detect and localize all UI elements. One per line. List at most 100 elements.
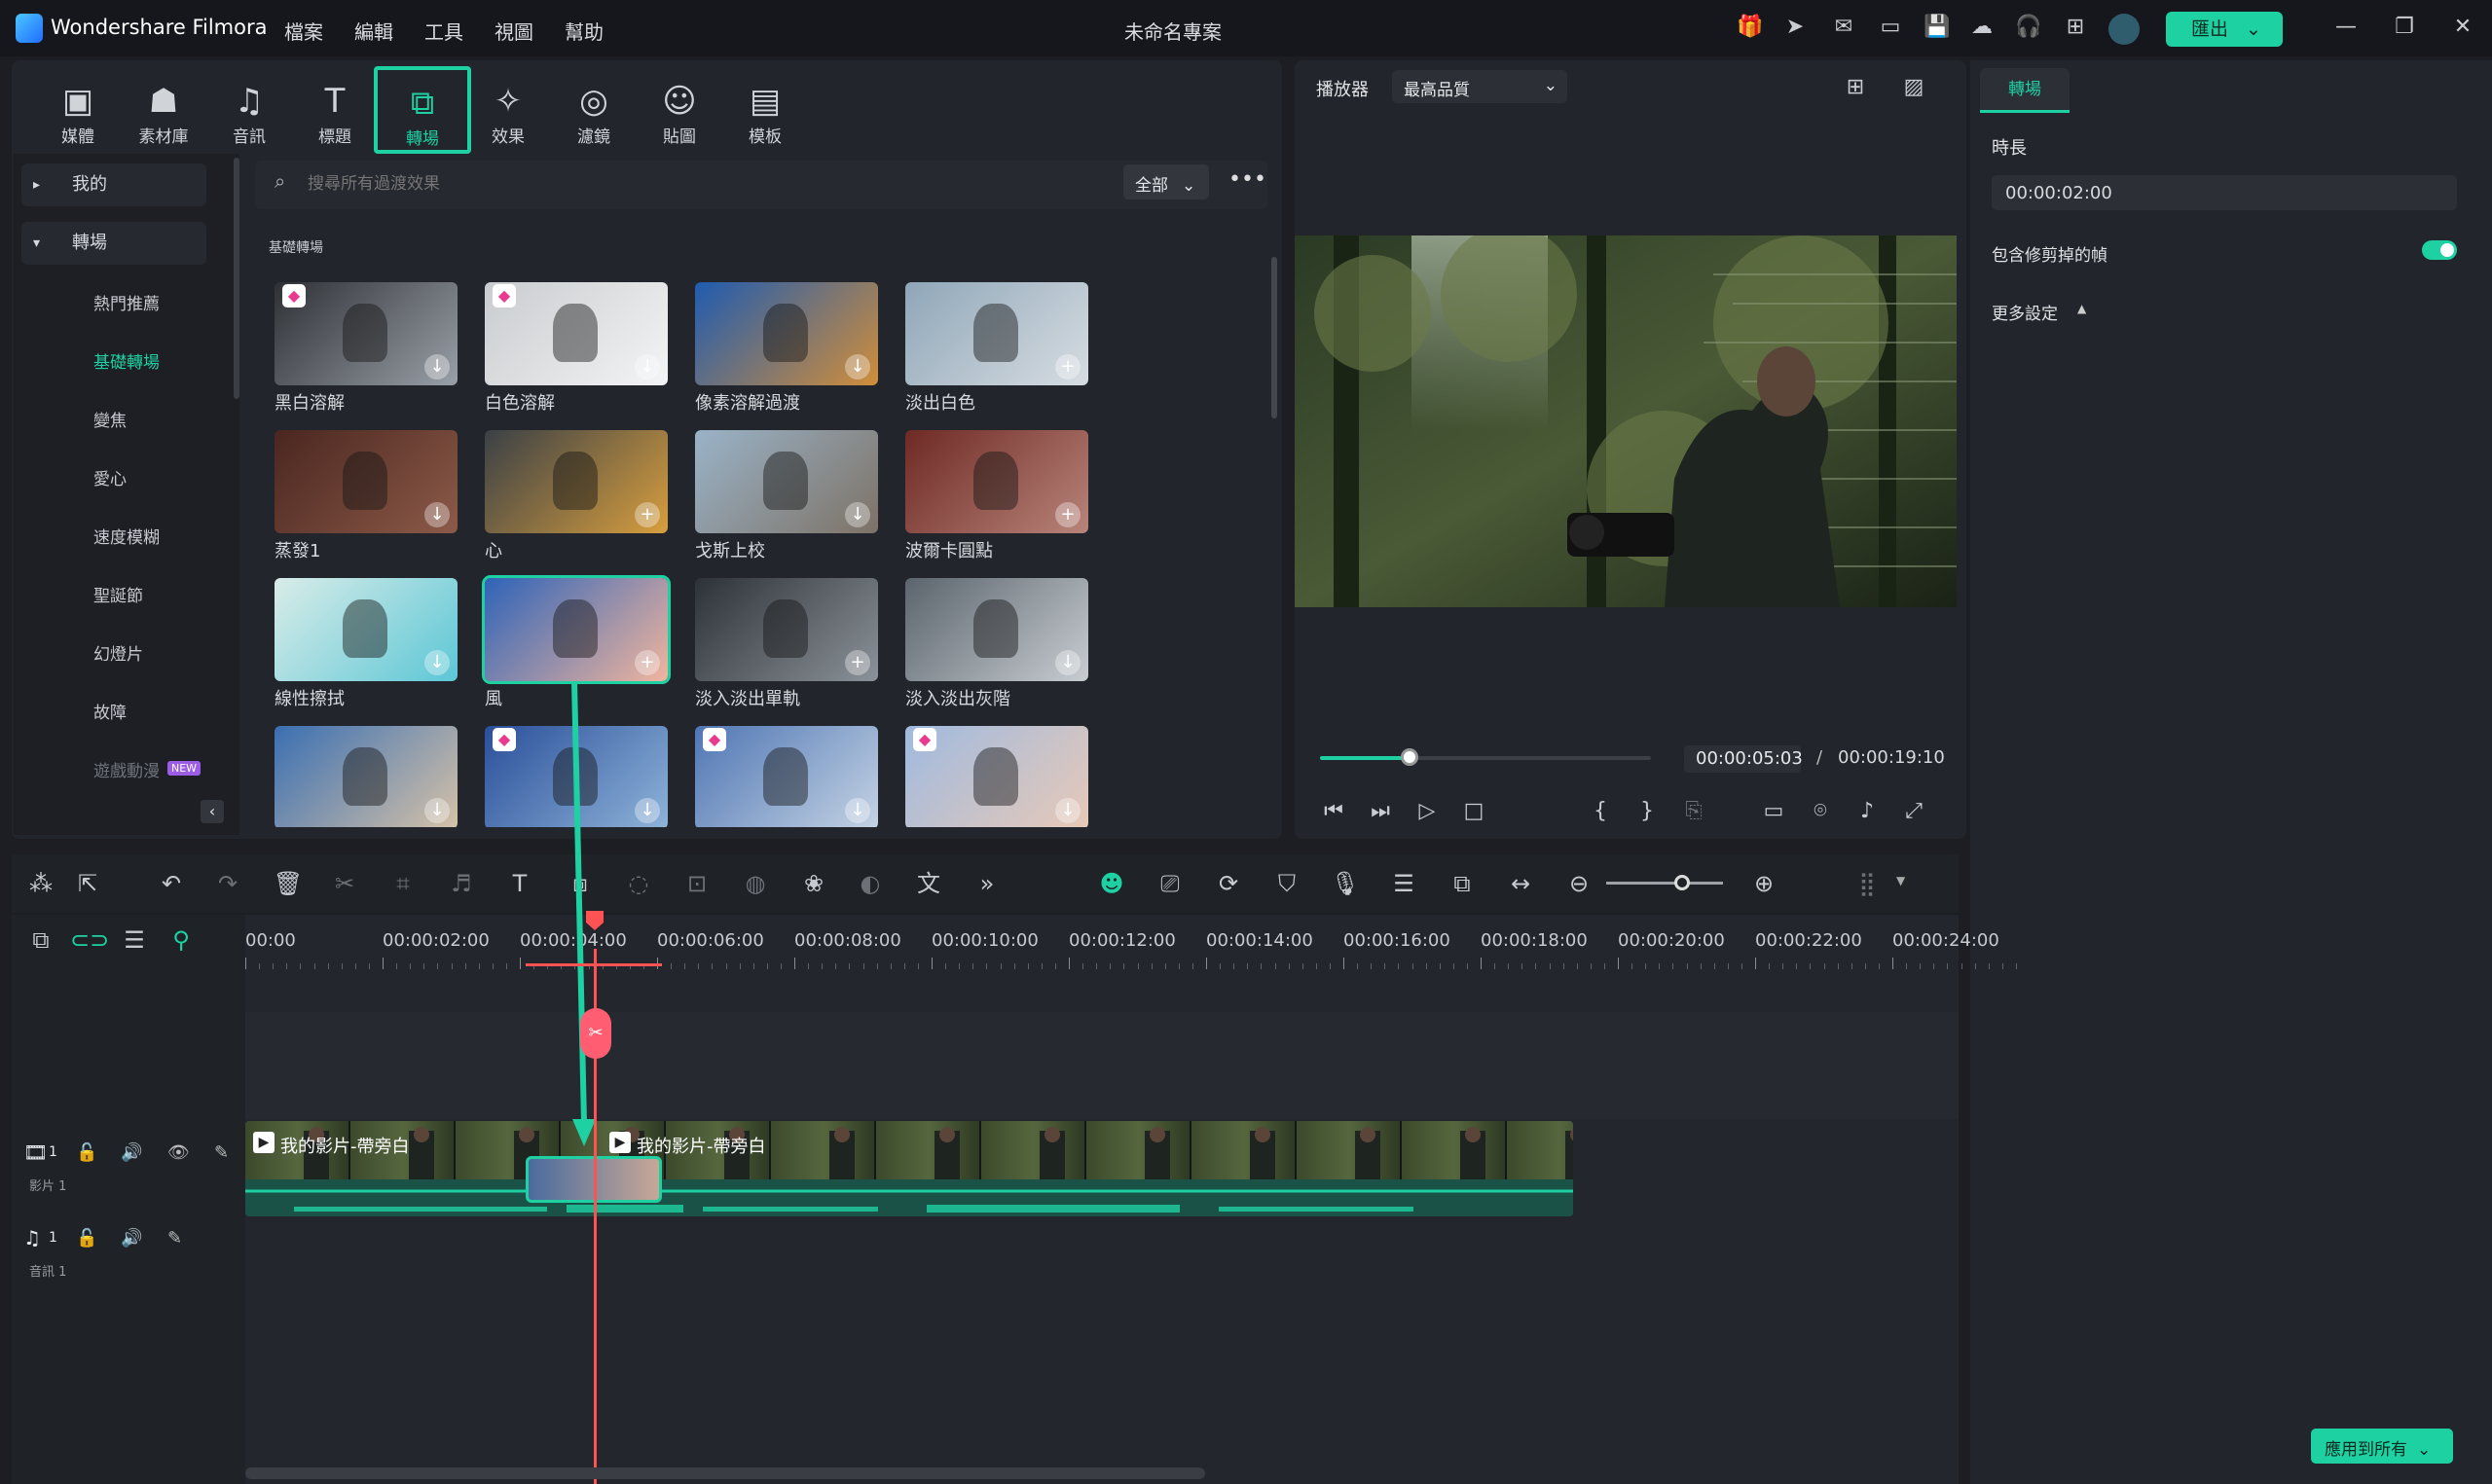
microphone-icon[interactable]: 🎙 (1328, 866, 1363, 901)
download-icon[interactable]: ↓ (424, 650, 450, 675)
tab-transitions[interactable]: ⧉ 轉場 (374, 66, 471, 154)
transition-card[interactable]: ↓ 蒸發1 (275, 430, 458, 562)
transition-thumbnail[interactable]: + (695, 578, 878, 681)
transition-card[interactable]: ↓ (275, 726, 458, 827)
transition-card[interactable]: + 心 (485, 430, 668, 562)
collapse-sidebar-icon[interactable]: ‹ (201, 800, 224, 823)
tab-templates[interactable]: ▤ 模板 (726, 68, 804, 154)
transition-card[interactable]: ↓ 像素溶解過渡 (695, 282, 878, 415)
chevron-down-icon[interactable]: ▼ (1896, 874, 1905, 887)
transition-card[interactable]: + 淡出白色 (905, 282, 1088, 415)
transition-card[interactable]: + 淡入淡出單軌 (695, 578, 878, 710)
transition-card[interactable]: ↓ 線性擦拭 (275, 578, 458, 710)
sidebar-group-transitions[interactable]: ▾ 轉場 (21, 222, 206, 265)
menu-edit[interactable]: 編輯 (354, 17, 393, 45)
mark-in-icon[interactable]: { (1587, 798, 1614, 825)
delete-icon[interactable]: 🗑 (271, 866, 306, 901)
split-scissors-icon[interactable]: ✂ (580, 1008, 611, 1059)
ai-assistant-icon[interactable]: ☻ (1094, 866, 1129, 901)
auto-caption-icon[interactable]: ⊡ (679, 866, 715, 901)
restore-icon[interactable]: ❐ (2391, 14, 2418, 41)
search-input[interactable] (308, 167, 794, 200)
zoom-out-icon[interactable]: ⊖ (1561, 866, 1596, 901)
include-trimmed-toggle[interactable] (2422, 240, 2457, 260)
sidebar-item-speed-blur[interactable]: 速度模糊 (93, 524, 160, 548)
tab-effects[interactable]: ✧ 效果 (469, 68, 547, 154)
audio-stretch-icon[interactable]: ♬ (444, 866, 479, 901)
select-tool-icon[interactable]: ⇱ (70, 866, 105, 901)
sidebar-item-heart[interactable]: 愛心 (93, 465, 127, 489)
ai-effect-icon[interactable]: ◍ (738, 866, 773, 901)
export-button[interactable]: 匯出 ⌄ (2166, 12, 2283, 47)
timeline-scrollbar[interactable] (245, 1467, 1205, 1479)
volume-icon[interactable]: ♪ (1853, 798, 1881, 825)
download-icon[interactable]: ↓ (635, 798, 660, 823)
send-icon[interactable]: ➤ (1781, 14, 1809, 41)
tab-stock[interactable]: ☗ 素材庫 (125, 68, 202, 154)
mask-icon[interactable]: ◌ (621, 866, 656, 901)
download-icon[interactable]: ↓ (845, 354, 870, 380)
more-settings[interactable]: 更多設定 (1992, 300, 2058, 324)
eye-icon[interactable]: 👁 (167, 1142, 190, 1163)
menu-view[interactable]: 視圖 (495, 17, 533, 45)
transition-thumbnail[interactable]: ↓ (695, 430, 878, 533)
transition-card[interactable]: ↓ 淡入淡出灰階 (905, 578, 1088, 710)
tab-filters[interactable]: ◎ 濾鏡 (555, 68, 633, 154)
replace-icon[interactable]: ⧉ (1445, 866, 1480, 901)
sidebar-group-mine[interactable]: ▸ 我的 (21, 163, 206, 206)
add-track-icon[interactable]: ⧉ (23, 923, 58, 958)
grid-view-icon[interactable]: ⊞ (1842, 74, 1869, 101)
transition-thumbnail[interactable]: + (905, 282, 1088, 385)
transition-thumbnail[interactable]: + (905, 430, 1088, 533)
tab-titles[interactable]: T 標題 (296, 68, 374, 154)
zoom-slider[interactable] (1606, 882, 1723, 885)
sidebar-item-zoom[interactable]: 變焦 (93, 407, 127, 431)
speaker-icon[interactable]: 🔊 (121, 1228, 142, 1249)
download-icon[interactable]: ↓ (424, 502, 450, 527)
lock-icon[interactable]: 🔓 (76, 1228, 97, 1249)
transition-card[interactable]: ◆ ↓ (905, 726, 1088, 827)
playback-handle[interactable] (1400, 748, 1418, 766)
add-icon[interactable]: + (845, 650, 870, 675)
sidebar-item-popular[interactable]: 熱門推薦 (93, 290, 160, 314)
mail-icon[interactable]: ✉ (1830, 14, 1857, 41)
transition-card[interactable]: ◆ ↓ 白色溶解 (485, 282, 668, 415)
transition-card[interactable]: ↓ 戈斯上校 (695, 430, 878, 562)
play-icon[interactable]: ▷ (1413, 798, 1441, 825)
add-icon[interactable]: + (635, 502, 660, 527)
monitor-icon[interactable]: ▭ (1760, 798, 1787, 825)
translate-icon[interactable]: 文 (911, 866, 946, 901)
camera-icon[interactable]: ⌾ (1807, 798, 1834, 825)
caret-up-icon[interactable]: ▲ (2077, 302, 2086, 315)
download-icon[interactable]: ↓ (845, 798, 870, 823)
snapshot-view-icon[interactable]: ▨ (1900, 74, 1927, 101)
transition-thumbnail[interactable]: ◆ ↓ (485, 282, 668, 385)
link-icon[interactable]: ⊂⊃ (70, 923, 109, 958)
no-edit-icon[interactable]: ✎ (167, 1228, 182, 1249)
gift-icon[interactable]: 🎁 (1737, 14, 1764, 41)
lock-icon[interactable]: 🔓 (76, 1142, 97, 1163)
sidebar-item-glitch[interactable]: 故障 (93, 699, 127, 723)
transition-thumbnail[interactable]: ↓ (695, 282, 878, 385)
download-icon[interactable]: ↓ (1055, 650, 1081, 675)
crop-icon[interactable]: ⌗ (385, 866, 421, 901)
prev-frame-icon[interactable]: ⏮ (1320, 798, 1347, 825)
menu-tools[interactable]: 工具 (424, 17, 463, 45)
transition-thumbnail[interactable]: ↓ (275, 578, 458, 681)
transition-thumbnail[interactable]: ↓ (275, 430, 458, 533)
apply-all-button[interactable]: 應用到所有 ⌄ (2311, 1429, 2453, 1464)
sidebar-item-christmas[interactable]: 聖誕節 (93, 582, 143, 606)
sidebar-item-gaming[interactable]: 遊戲動漫 (93, 757, 160, 781)
close-icon[interactable]: ✕ (2449, 14, 2476, 41)
download-icon[interactable]: ↓ (424, 354, 450, 380)
zoom-handle[interactable] (1674, 875, 1690, 890)
add-icon[interactable]: + (635, 650, 660, 675)
transition-thumbnail[interactable]: ◆ ↓ (695, 726, 878, 827)
duration-field[interactable] (1992, 175, 2457, 210)
video-clip[interactable] (245, 1121, 1573, 1216)
avatar[interactable] (2108, 14, 2140, 45)
download-icon[interactable]: ↓ (845, 502, 870, 527)
more-options-icon[interactable]: ••• (1228, 167, 1266, 192)
track-manage-icon[interactable]: ☰ (117, 923, 152, 958)
download-icon[interactable]: ↓ (1055, 798, 1081, 823)
